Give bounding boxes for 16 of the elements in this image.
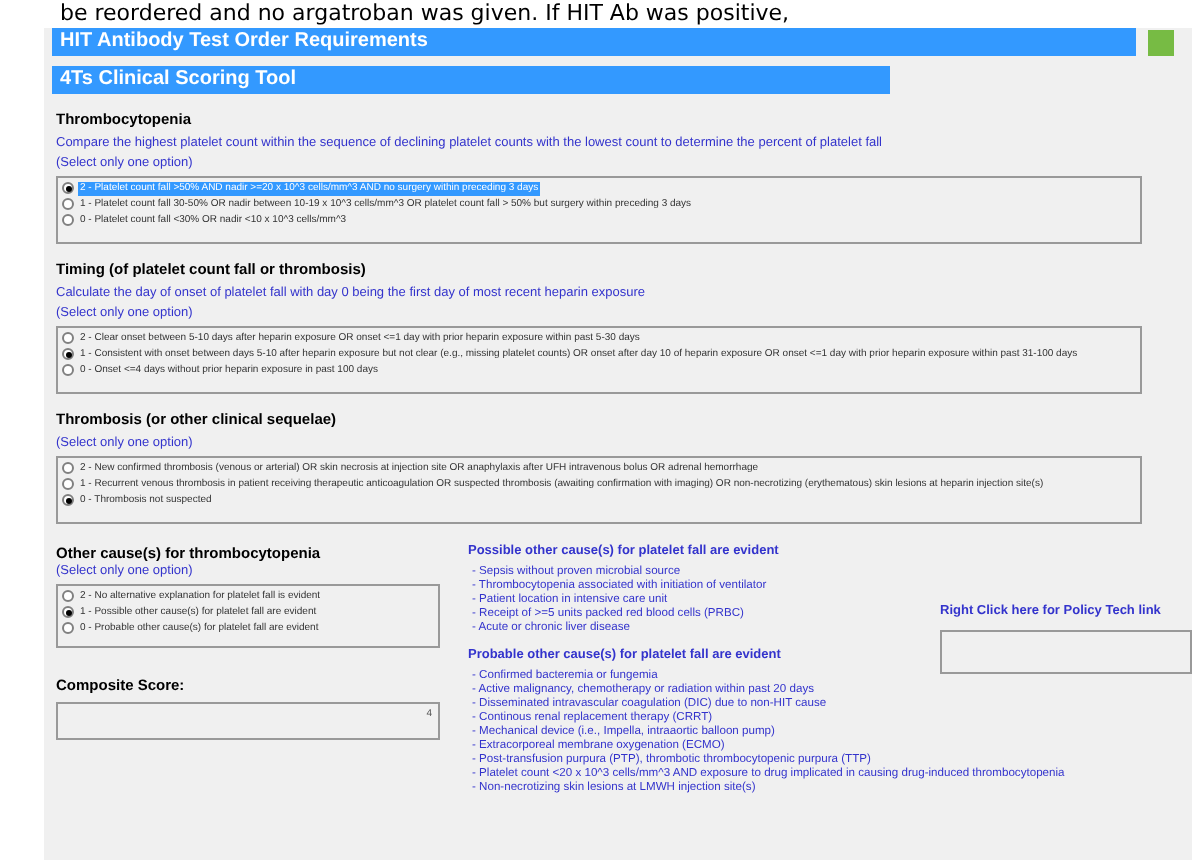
radio-button[interactable] (62, 462, 74, 474)
radio-button[interactable] (62, 494, 74, 506)
radio-button[interactable] (62, 364, 74, 376)
radio-button[interactable] (62, 478, 74, 490)
header-title: HIT Antibody Test Order Requirements (52, 28, 1136, 56)
radio-button[interactable] (62, 348, 74, 360)
document-text: be reordered and no argatroban was given. If HIT Ab was positive, (60, 0, 790, 26)
radio-button[interactable] (62, 622, 74, 634)
radio-button[interactable] (62, 214, 74, 226)
section-banner: 4Ts Clinical Scoring Tool (52, 66, 890, 94)
radio-button[interactable] (62, 198, 74, 210)
status-square-icon (1148, 29, 1174, 55)
radio-button[interactable] (62, 606, 74, 618)
radio-button[interactable] (62, 332, 74, 344)
radio-button[interactable] (62, 182, 74, 194)
radio-button[interactable] (62, 590, 74, 602)
